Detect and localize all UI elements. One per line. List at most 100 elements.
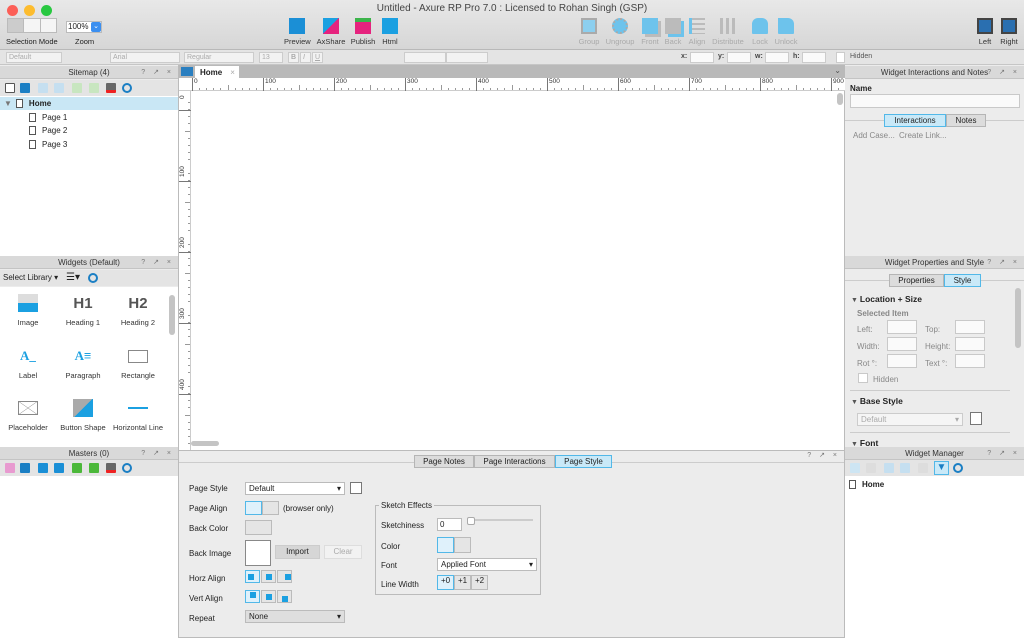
repeat-select[interactable]: None: [245, 610, 345, 623]
move-down-icon[interactable]: [900, 463, 910, 473]
sketch-color-full-icon[interactable]: [437, 537, 454, 553]
back-image-preview[interactable]: [245, 540, 271, 566]
sitemap-item-page-3[interactable]: Page 3: [0, 138, 178, 151]
add-page-icon[interactable]: [5, 83, 15, 93]
underline-button[interactable]: U: [312, 52, 323, 63]
font-select[interactable]: Arial: [110, 52, 180, 63]
add-case-link[interactable]: Add Case...: [853, 131, 895, 140]
tab-properties[interactable]: Properties: [889, 274, 944, 287]
canvas-vscrollbar[interactable]: [837, 93, 843, 105]
sketch-font-select[interactable]: Applied Font: [437, 558, 537, 571]
panel-controls[interactable]: ? ↗ ×: [141, 256, 174, 269]
create-link-link[interactable]: Create Link...: [899, 131, 947, 140]
move-up-icon[interactable]: [38, 463, 48, 473]
left-panel-toggle[interactable]: Left: [976, 18, 994, 46]
widget-label[interactable]: A_ Label: [0, 345, 56, 380]
axshare-button[interactable]: AxShare: [316, 18, 346, 46]
outdent-icon[interactable]: [89, 83, 99, 93]
sitemap-item-home[interactable]: ▼ Home: [0, 97, 178, 110]
tab-notes[interactable]: Notes: [946, 114, 986, 127]
delete-page-icon[interactable]: [106, 83, 116, 93]
horz-align-left[interactable]: [245, 570, 260, 583]
left-input[interactable]: [887, 320, 917, 334]
align-button[interactable]: Align: [686, 18, 708, 46]
sketchiness-slider-track[interactable]: [469, 519, 533, 521]
height-input[interactable]: [955, 337, 985, 351]
indent-icon[interactable]: [72, 463, 82, 473]
hidden-checkbox[interactable]: [858, 373, 868, 383]
clear-button[interactable]: Clear: [324, 545, 362, 559]
panel-controls[interactable]: ? ↗ ×: [141, 447, 174, 460]
widget-rectangle[interactable]: Rectangle: [110, 345, 166, 380]
move-down-icon[interactable]: [54, 463, 64, 473]
text-rotation-input[interactable]: [955, 354, 985, 368]
vert-align-top[interactable]: [245, 590, 260, 603]
horz-align-right[interactable]: [277, 570, 292, 583]
add-widget-icon[interactable]: [850, 463, 860, 473]
sitemap-item-page-1[interactable]: Page 1: [0, 111, 178, 124]
vertical-align-group[interactable]: [446, 52, 488, 63]
tab-page-style[interactable]: Page Style: [555, 455, 612, 468]
rotation-input[interactable]: [887, 354, 917, 368]
delete-master-icon[interactable]: [106, 463, 116, 473]
align-center-button[interactable]: [262, 501, 279, 515]
widget-placeholder[interactable]: Placeholder: [0, 397, 56, 432]
horz-align-center[interactable]: [261, 570, 276, 583]
zoom-select[interactable]: 100% ⌄: [66, 21, 102, 33]
x-input[interactable]: [690, 52, 714, 63]
page-style-select[interactable]: Default: [245, 482, 345, 495]
filter-icon[interactable]: ▼: [934, 461, 949, 475]
search-icon[interactable]: [122, 463, 132, 473]
distribute-button[interactable]: Distribute: [710, 18, 746, 46]
select-contained-icon[interactable]: [24, 19, 41, 32]
manage-styles-icon[interactable]: [970, 412, 982, 425]
html-button[interactable]: Html: [380, 18, 400, 46]
line-width-2[interactable]: +2: [471, 575, 488, 590]
publish-button[interactable]: Publish: [350, 18, 376, 46]
panel-controls[interactable]: ? ↗ ×: [141, 66, 174, 79]
tab-overflow-icon[interactable]: ⌄: [834, 66, 841, 75]
tab-style[interactable]: Style: [944, 274, 981, 287]
manage-styles-icon[interactable]: [350, 482, 362, 494]
unlock-button[interactable]: Unlock: [773, 18, 799, 46]
sketchiness-input[interactable]: 0: [437, 518, 462, 531]
font-weight-select[interactable]: Regular: [184, 52, 254, 63]
widget-manager-item-home[interactable]: Home: [845, 478, 1023, 491]
widget-button-shape[interactable]: Button Shape: [55, 397, 111, 432]
widget-heading-1[interactable]: H1 Heading 1: [55, 292, 111, 328]
page-tab-menu-icon[interactable]: [181, 67, 193, 76]
search-icon[interactable]: [122, 83, 132, 93]
search-icon[interactable]: [953, 463, 963, 473]
select-library-dropdown[interactable]: Select Library ▾: [3, 273, 58, 282]
tab-page-notes[interactable]: Page Notes: [414, 455, 474, 468]
align-left-button[interactable]: [245, 501, 262, 515]
ungroup-button[interactable]: Ungroup: [604, 18, 636, 46]
widget-heading-2[interactable]: H2 Heading 2: [110, 292, 166, 328]
hidden-checkbox[interactable]: [836, 52, 845, 63]
close-tab-icon[interactable]: ×: [230, 68, 235, 77]
line-width-1[interactable]: +1: [454, 575, 471, 590]
delete-icon[interactable]: [918, 463, 928, 473]
connector-mode-icon[interactable]: [41, 19, 56, 32]
front-button[interactable]: Front: [639, 18, 661, 46]
add-folder-icon[interactable]: [20, 83, 30, 93]
preview-button[interactable]: Preview: [284, 18, 311, 46]
add-master-icon[interactable]: [5, 463, 15, 473]
panel-controls[interactable]: ? ↗ ×: [987, 256, 1020, 269]
vert-align-bottom[interactable]: [277, 590, 292, 603]
tab-page-interactions[interactable]: Page Interactions: [474, 455, 555, 468]
font-size-select[interactable]: 13: [259, 52, 283, 63]
text-align-group[interactable]: [404, 52, 446, 63]
panel-controls[interactable]: ? ↗ ×: [807, 451, 840, 459]
panel-controls[interactable]: ? ↗ ×: [987, 66, 1020, 79]
h-input[interactable]: [802, 52, 826, 63]
sketch-color-gray-icon[interactable]: [454, 537, 471, 553]
outdent-icon[interactable]: [89, 463, 99, 473]
back-color-picker[interactable]: [245, 520, 272, 535]
top-input[interactable]: [955, 320, 985, 334]
search-icon[interactable]: [88, 273, 98, 283]
widget-name-input[interactable]: [850, 94, 1020, 108]
tab-interactions[interactable]: Interactions: [884, 114, 946, 127]
select-intersected-icon[interactable]: [8, 19, 25, 32]
properties-scrollbar[interactable]: [1015, 288, 1021, 348]
